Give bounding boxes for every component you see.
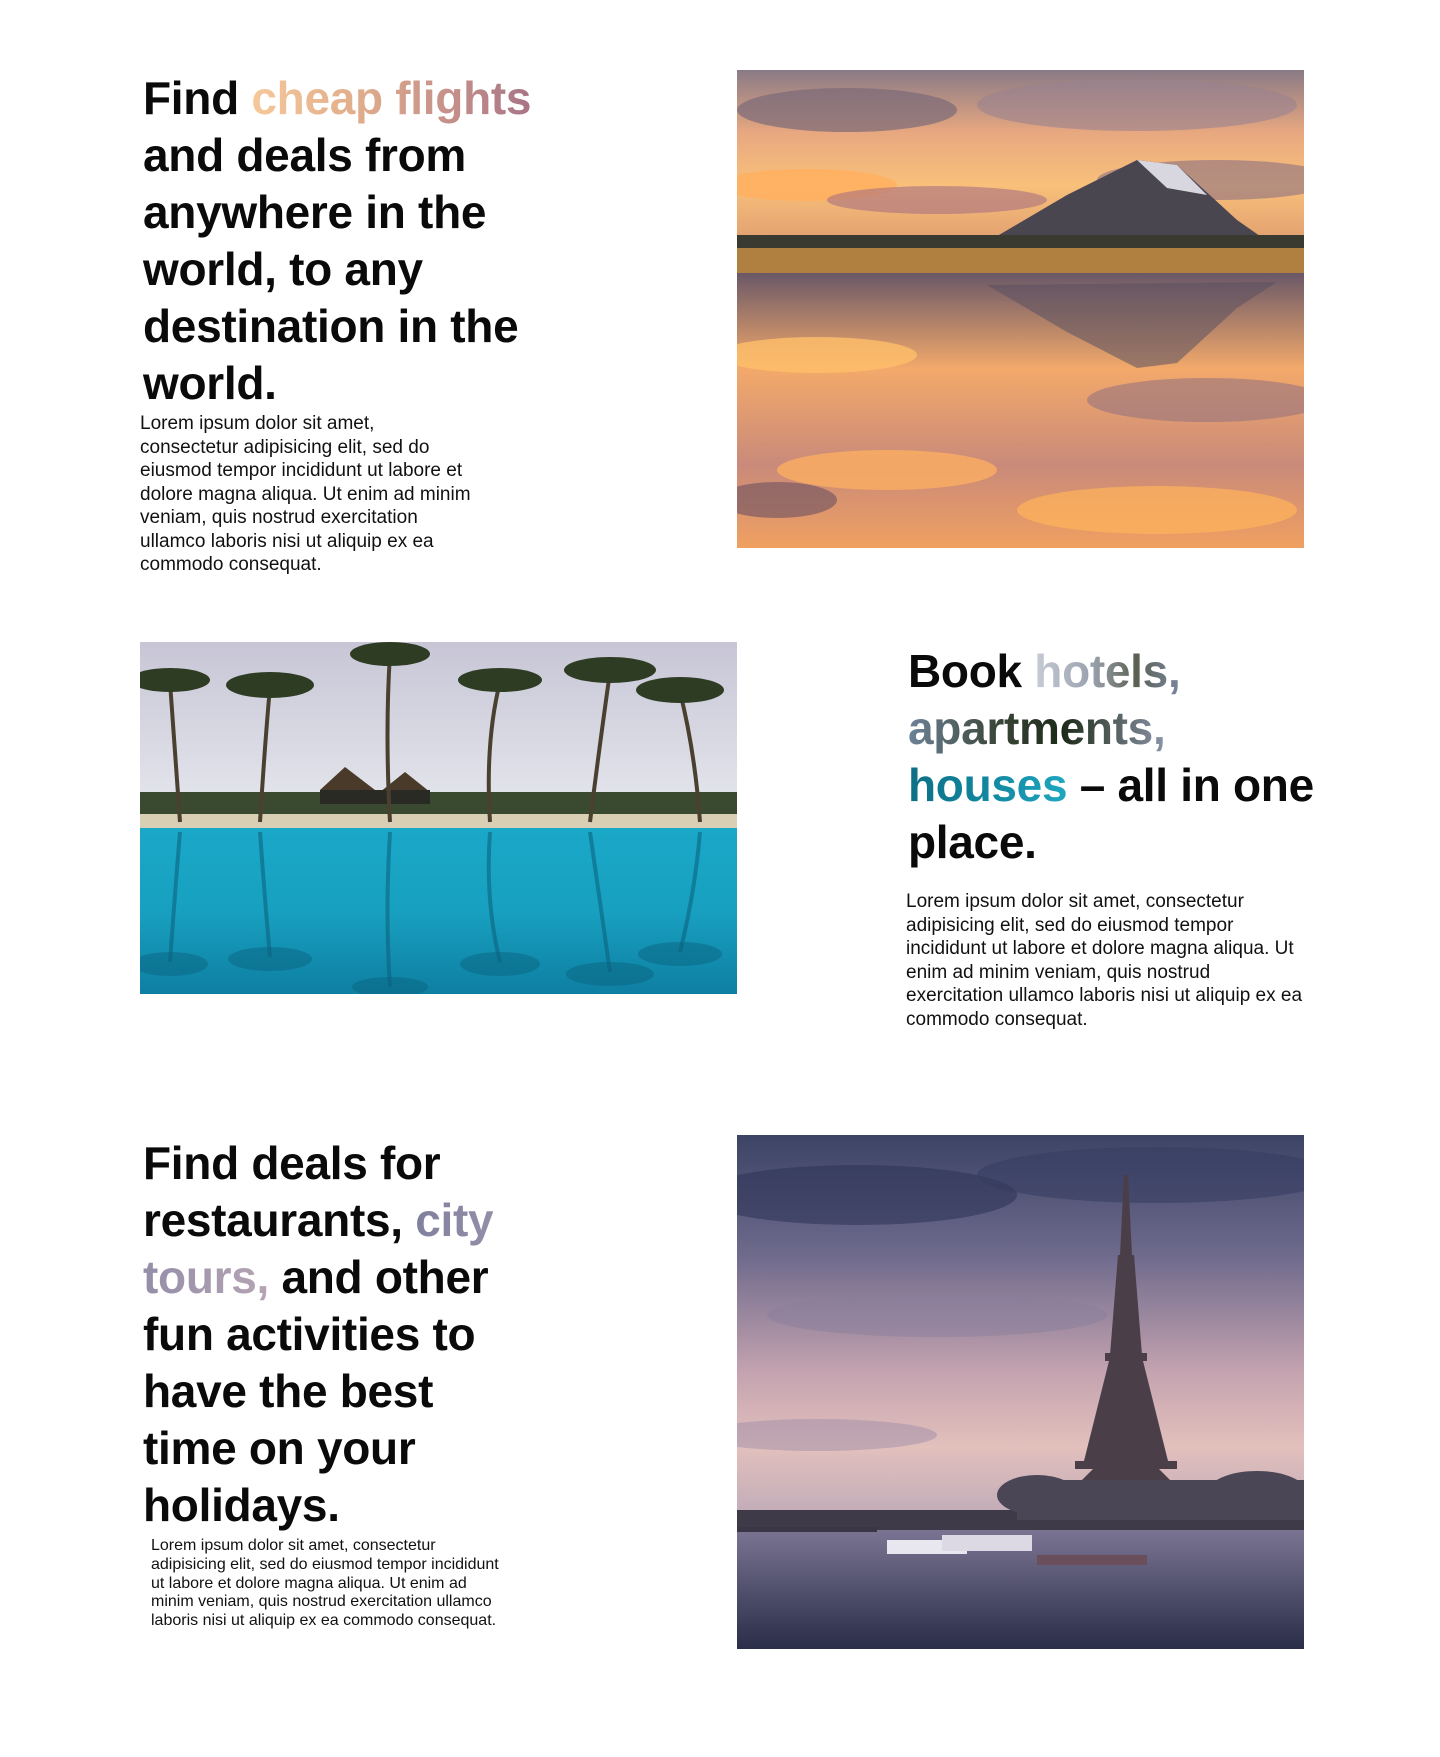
flights-heading-prefix: Find [143, 72, 252, 124]
stays-paragraph: Lorem ipsum dolor sit amet, consectetur … [906, 891, 1303, 1030]
stays-heading-highlight-apartments: apartments, [908, 702, 1166, 754]
activities-heading-prefix: Find deals for restaurants, [143, 1137, 441, 1246]
stays-heading-highlight-houses: houses [908, 759, 1068, 811]
mountain-lake-sunset-image [737, 70, 1304, 548]
stays-heading: Book hotels, apartments, houses – all in o… [908, 643, 1328, 871]
tropical-pool-palms-photo [140, 642, 737, 994]
activities-paragraph: Lorem ipsum dolor sit amet, consectetur … [151, 1537, 499, 1630]
stays-heading-prefix: Book [908, 645, 1035, 697]
flights-heading: Find cheap flights and deals from anywhe… [143, 70, 563, 412]
eiffel-tower-dusk-image [737, 1135, 1304, 1649]
eiffel-tower-dusk-photo [737, 1135, 1304, 1649]
mountain-lake-sunset-photo [737, 70, 1304, 548]
activities-heading: Find deals for restaurants, city tours, … [143, 1135, 523, 1534]
flights-paragraph: Lorem ipsum dolor sit amet, consectetur … [140, 413, 471, 575]
stays-heading-highlight-hotels: hotels, [1034, 645, 1181, 697]
flights-heading-suffix: and deals from anywhere in the world, to… [143, 129, 519, 409]
tropical-pool-palms-image [140, 642, 737, 994]
flights-heading-highlight: cheap flights [251, 72, 532, 124]
